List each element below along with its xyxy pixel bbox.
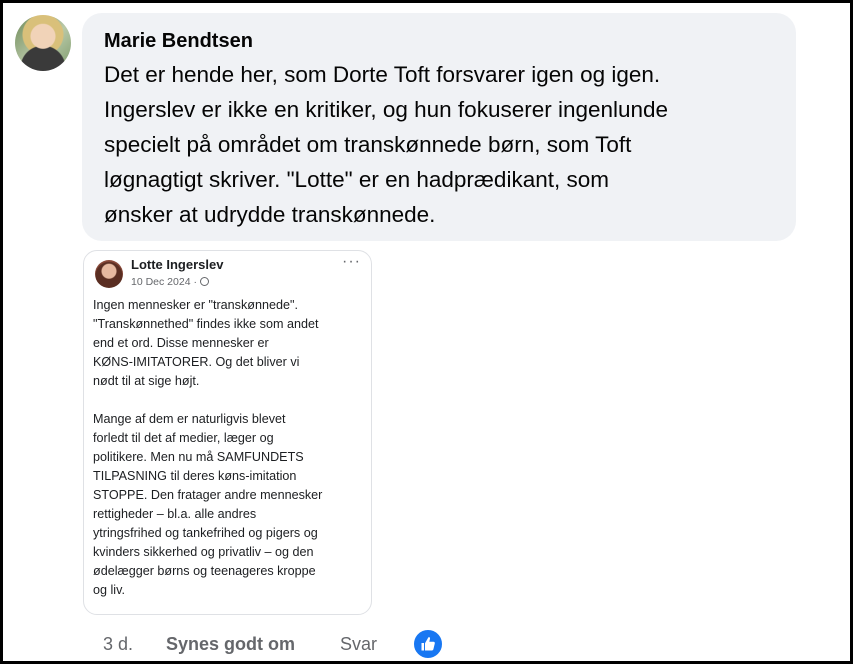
comment-actions: 3 d. Synes godt om Svar [103, 628, 444, 660]
attachment-post-text: Ingen mennesker er "transkønnede". "Tran… [93, 296, 365, 614]
attachment-line: politikere. Men nu må SAMFUNDETS [93, 450, 304, 464]
attachment-line: og liv. [93, 583, 125, 597]
attached-screenshot[interactable]: Lotte Ingerslev 10 Dec 2024 · ··· Ingen … [83, 250, 372, 615]
comment-line: Det er hende her, som Dorte Toft forsvar… [104, 62, 661, 87]
attachment-date: 10 Dec 2024 · [131, 276, 209, 288]
comment-timestamp[interactable]: 3 d. [103, 634, 166, 655]
comment-line: specielt på området om transkønnede børn… [104, 132, 632, 157]
globe-icon [199, 277, 209, 286]
reply-button[interactable]: Svar [340, 634, 412, 655]
attachment-line: Ingen mennesker er "transkønnede". [93, 298, 298, 312]
like-button[interactable]: Synes godt om [166, 634, 340, 655]
comment-bubble: Marie Bendtsen Det er hende her, som Dor… [82, 13, 796, 241]
attachment-line: nødt til at sige højt. [93, 374, 200, 388]
attachment-paragraph: Ingen mennesker er "transkønnede". "Tran… [93, 296, 365, 391]
attachment-date-text: 10 Dec 2024 · [131, 276, 197, 288]
more-options-icon: ··· [342, 253, 361, 270]
attachment-author: Lotte Ingerslev [131, 257, 224, 272]
comment-line: Ingerslev er ikke en kritiker, og hun fo… [104, 97, 669, 122]
comment-line: ønsker at udrydde transkønnede. [104, 202, 436, 227]
attachment-line: rettigheder – bl.a. alle andres [93, 507, 257, 521]
thumbs-up-icon[interactable] [412, 628, 444, 660]
attachment-line: ytringsfrihed og tankefrihed og pigers o… [93, 526, 318, 540]
attachment-line: kvinders sikkerhed og privatliv – og den [93, 545, 314, 559]
comment-author[interactable]: Marie Bendtsen [104, 27, 774, 55]
attachment-avatar [95, 260, 123, 288]
attachment-line: "Transkønnethed" findes ikke som andet [93, 317, 319, 331]
attachment-line: end et ord. Disse mennesker er [93, 336, 269, 350]
comment-text: Det er hende her, som Dorte Toft forsvar… [104, 57, 774, 232]
attachment-line: KØNS-IMITATORER. Og det bliver vi [93, 355, 300, 369]
attachment-line: ødelægger børns og teenageres kroppe [93, 564, 316, 578]
comment-line: løgnagtigt skriver. "Lotte" er en hadpræ… [104, 167, 609, 192]
attachment-paragraph: Mange af dem er naturligvis blevet forle… [93, 410, 365, 600]
comment-frame: Marie Bendtsen Det er hende her, som Dor… [0, 0, 853, 664]
attachment-line: Mange af dem er naturligvis blevet [93, 412, 286, 426]
commenter-avatar[interactable] [15, 15, 71, 71]
attachment-line: TILPASNING til deres køns-imitation [93, 469, 297, 483]
attachment-line: STOPPE. Den fratager andre mennesker [93, 488, 323, 502]
attachment-line: forledt til det af medier, læger og [93, 431, 274, 445]
